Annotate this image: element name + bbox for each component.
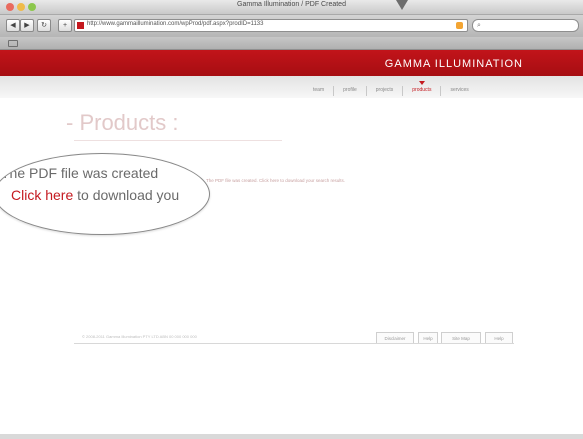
active-indicator-icon [418, 81, 425, 85]
title-bar: Gamma Illumination / PDF Created [0, 0, 583, 15]
nav-item-products[interactable]: products [402, 81, 440, 96]
nav-item-profile[interactable]: profile [333, 86, 366, 96]
nav-item-services[interactable]: services [440, 86, 477, 96]
pointer-arrow-icon [396, 0, 408, 10]
site-subnav-bar [0, 76, 583, 98]
url-text: http://www.gammaillumination.com/wpProd/… [87, 21, 264, 27]
back-arrow-icon[interactable]: ◀ [6, 19, 20, 32]
site-logo[interactable]: GAMMA ILLUMINATION [385, 58, 523, 70]
zoom-callout: The PDF file was created Click here to d… [0, 153, 210, 235]
nav-item-team[interactable]: team [304, 86, 333, 96]
forward-arrow-icon[interactable]: ▶ [20, 19, 34, 32]
browser-toolbar: ◀ ▶ ↻ + http://www.gammaillumination.com… [0, 15, 583, 37]
footer-copyright: © 2008-2011 Gamma Illumination PTY LTD A… [82, 334, 197, 339]
nav-item-projects[interactable]: projects [365, 86, 403, 96]
title-divider [74, 140, 282, 141]
browser-window: Gamma Illumination / PDF Created ◀ ▶ ↻ +… [0, 0, 583, 439]
favicon-icon [77, 22, 84, 29]
page-title: - Products : [66, 110, 179, 135]
window-bottom-edge [0, 434, 583, 439]
bookmarks-bar [0, 37, 583, 50]
callout-message: The PDF file was created [1, 165, 159, 181]
callout-download-line: Click here to download you [11, 187, 179, 203]
address-bar[interactable]: http://www.gammaillumination.com/wpProd/… [74, 19, 468, 32]
search-input[interactable]: ⌕ [472, 19, 579, 32]
nav-item-products-label: products [412, 87, 432, 93]
pdf-created-message: The PDF file was created. Click here to … [206, 178, 346, 183]
search-icon: ⌕ [477, 22, 481, 29]
callout-download-text: to download you [73, 187, 180, 203]
footer-divider [74, 343, 514, 344]
site-nav: team profile projects products services [304, 81, 478, 96]
bookmarks-icon[interactable] [8, 40, 18, 47]
window-title: Gamma Illumination / PDF Created [237, 1, 346, 8]
reload-icon[interactable]: ↻ [37, 19, 51, 32]
rss-icon[interactable] [456, 22, 463, 29]
add-bookmark-icon[interactable]: + [58, 19, 72, 32]
download-link[interactable]: Click here [11, 187, 73, 203]
